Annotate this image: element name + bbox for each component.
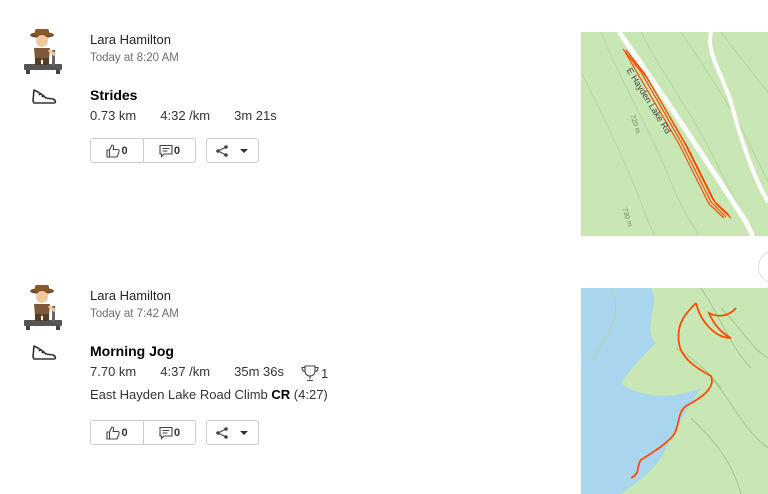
shoe-icon xyxy=(30,86,58,106)
activity-timestamp: Today at 8:20 AM xyxy=(90,52,179,64)
achievements[interactable]: 1 xyxy=(300,364,328,382)
kudos-count: 0 xyxy=(121,426,128,439)
segment-highlight[interactable]: East Hayden Lake Road Climb CR (4:27) xyxy=(90,387,328,402)
comment-count: 0 xyxy=(173,426,181,439)
stat-time: 35m 36s xyxy=(234,364,284,379)
activity-map[interactable] xyxy=(581,288,768,494)
avatar[interactable] xyxy=(22,28,64,76)
activity-card: Lara Hamilton Today at 8:20 AM Strides 0… xyxy=(0,0,768,240)
thumbs-up-icon xyxy=(106,143,121,158)
trophy-icon xyxy=(301,365,319,382)
activity-card: Lara Hamilton Today at 7:42 AM Morning J… xyxy=(0,256,768,494)
comment-button[interactable]: 0 xyxy=(144,420,196,445)
kudos-button[interactable]: 0 xyxy=(90,138,144,163)
kudos-count: 0 xyxy=(121,144,128,157)
stat-distance: 7.70 km xyxy=(90,364,137,379)
caret-down-icon xyxy=(239,148,248,153)
segment-name: East Hayden Lake Road Climb xyxy=(90,387,268,402)
action-buttons: 0 0 xyxy=(90,138,259,163)
share-button[interactable] xyxy=(206,138,259,163)
comment-icon xyxy=(159,426,173,440)
activity-stats: 7.70 km 4:37 /km 35m 36s 1 xyxy=(90,364,328,382)
shoe-icon xyxy=(30,342,58,362)
segment-time: (4:27) xyxy=(293,387,328,402)
activity-title[interactable]: Morning Jog xyxy=(90,343,174,359)
stat-pace: 4:32 /km xyxy=(160,108,211,123)
comment-count: 0 xyxy=(173,144,181,157)
activity-stats: 0.73 km 4:32 /km 3m 21s xyxy=(90,108,301,123)
share-icon xyxy=(215,144,228,157)
segment-badge: CR xyxy=(271,387,291,402)
athlete-name[interactable]: Lara Hamilton xyxy=(90,32,171,47)
caret-down-icon xyxy=(239,430,248,435)
stat-distance: 0.73 km xyxy=(90,108,137,123)
action-buttons: 0 0 xyxy=(90,420,259,445)
activity-title[interactable]: Strides xyxy=(90,87,137,103)
achievement-count: 1 xyxy=(320,365,329,381)
avatar[interactable] xyxy=(22,284,64,332)
thumbs-up-icon xyxy=(106,425,121,440)
share-button[interactable] xyxy=(206,420,259,445)
activity-map[interactable]: E Hayden Lake Rd 720 m 730 m xyxy=(581,32,768,236)
athlete-name[interactable]: Lara Hamilton xyxy=(90,288,171,303)
stat-time: 3m 21s xyxy=(234,108,277,123)
comment-button[interactable]: 0 xyxy=(144,138,196,163)
stat-pace: 4:37 /km xyxy=(160,364,211,379)
comment-icon xyxy=(159,144,173,158)
kudos-button[interactable]: 0 xyxy=(90,420,144,445)
activity-timestamp: Today at 7:42 AM xyxy=(90,308,179,320)
share-icon xyxy=(215,426,228,439)
